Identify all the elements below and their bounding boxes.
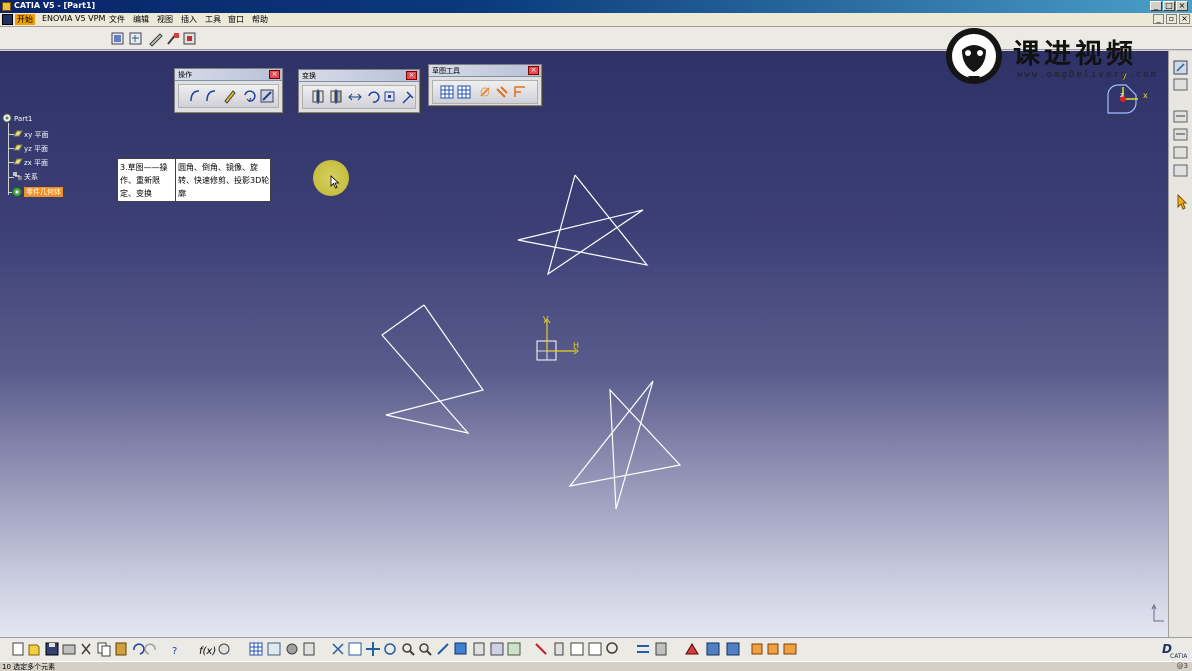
- status-bar: 10 选定多个元素 @3: [0, 661, 1192, 671]
- menu-enovia[interactable]: ENOVIA V5 VPM: [40, 14, 107, 23]
- menu-view[interactable]: 视图: [155, 14, 175, 25]
- right-toolbar: [1168, 51, 1192, 637]
- menu-file[interactable]: 文件: [107, 14, 127, 25]
- bottom-toolbar: ? f(x) D CATIA: [0, 637, 1192, 661]
- star-top: [517, 174, 649, 276]
- document-icon[interactable]: [2, 14, 13, 25]
- svg-text:f(x): f(x): [199, 646, 216, 657]
- menu-window[interactable]: 窗口: [226, 14, 246, 25]
- sketch-axis: [536, 318, 579, 361]
- logo-mark: [946, 28, 1002, 84]
- menu-tools[interactable]: 工具: [203, 14, 223, 25]
- menu-bar: 开始 ENOVIA V5 VPM 文件 编辑 视图 插入 工具 窗口 帮助 _ …: [0, 13, 1192, 27]
- mdi-close-button[interactable]: ×: [1179, 14, 1190, 24]
- minimize-button[interactable]: _: [1150, 1, 1162, 11]
- catia-app-icon[interactable]: [2, 2, 11, 11]
- right-toolbar-icons[interactable]: [1169, 51, 1192, 211]
- star-left: [381, 304, 484, 434]
- bottom-toolbar-icons[interactable]: ? f(x): [0, 638, 820, 660]
- menu-help[interactable]: 帮助: [250, 14, 270, 25]
- star-bottom: [568, 380, 682, 510]
- status-text: 10 选定多个元素: [2, 663, 56, 671]
- mdi-restore-button[interactable]: ▫: [1166, 14, 1177, 24]
- status-right-text: @3: [1176, 662, 1188, 670]
- menu-edit[interactable]: 编辑: [131, 14, 151, 25]
- axis-h-label: H: [573, 341, 580, 350]
- window-title: CATIA V5 - [Part1]: [14, 1, 96, 10]
- catia-logo-icon: D CATIA: [1162, 642, 1188, 660]
- axis-v-label: V: [543, 315, 549, 324]
- compass-x-label: x: [1143, 91, 1148, 100]
- maximize-button[interactable]: □: [1163, 1, 1175, 11]
- compass-icon[interactable]: [1104, 81, 1148, 117]
- title-bar: CATIA V5 - [Part1] _ □ ×: [0, 0, 1192, 13]
- close-button[interactable]: ×: [1176, 1, 1188, 11]
- mdi-minimize-button[interactable]: _: [1153, 14, 1164, 24]
- logo-url: www.omgDelivery.com: [1017, 70, 1158, 80]
- compass-z-label: z: [1120, 91, 1124, 99]
- svg-text:?: ?: [172, 646, 177, 657]
- menu-insert[interactable]: 插入: [179, 14, 199, 25]
- svg-text:CATIA: CATIA: [1170, 653, 1188, 660]
- 3d-viewport[interactable]: Part1 xy 平面 yz 平面 zx 平面 关系 零件几何体 操作 × 变换…: [0, 51, 1168, 637]
- sketch-toolbar-icons[interactable]: [110, 30, 200, 48]
- model-axis-icon: [1151, 603, 1164, 622]
- menu-start[interactable]: 开始: [15, 14, 35, 25]
- sketch-canvas: [381, 174, 682, 510]
- logo-text: 课进视频: [1013, 39, 1137, 70]
